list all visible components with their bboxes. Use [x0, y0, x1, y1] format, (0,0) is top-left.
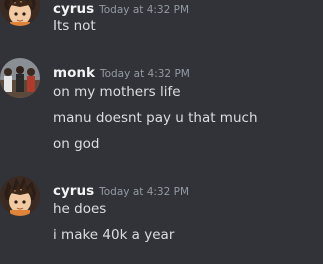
message-text: he does — [53, 201, 107, 217]
user-avatar[interactable] — [0, 0, 40, 26]
username[interactable]: monk — [53, 65, 95, 81]
message-header: cyrus Today at 4:32 PM — [53, 0, 190, 17]
timestamp: Today at 4:32 PM — [99, 186, 190, 198]
message-text: on god — [53, 136, 100, 152]
username[interactable]: cyrus — [53, 1, 94, 17]
message-header: monk Today at 4:32 PM — [53, 62, 190, 81]
user-avatar[interactable] — [0, 58, 40, 98]
message-text: Its not — [53, 18, 96, 34]
message-text: i make 40k a year — [53, 227, 175, 243]
username[interactable]: cyrus — [53, 183, 94, 199]
monk-avatar-icon — [0, 58, 40, 98]
cyrus-avatar-icon — [0, 176, 40, 216]
user-avatar[interactable] — [0, 176, 40, 216]
message-text: on my mothers life — [53, 84, 181, 100]
message-header: cyrus Today at 4:32 PM — [53, 180, 190, 199]
timestamp: Today at 4:32 PM — [99, 4, 190, 16]
timestamp: Today at 4:32 PM — [99, 68, 190, 80]
message-text: manu doesnt pay u that much — [53, 110, 258, 126]
cyrus-avatar-icon — [0, 0, 40, 26]
